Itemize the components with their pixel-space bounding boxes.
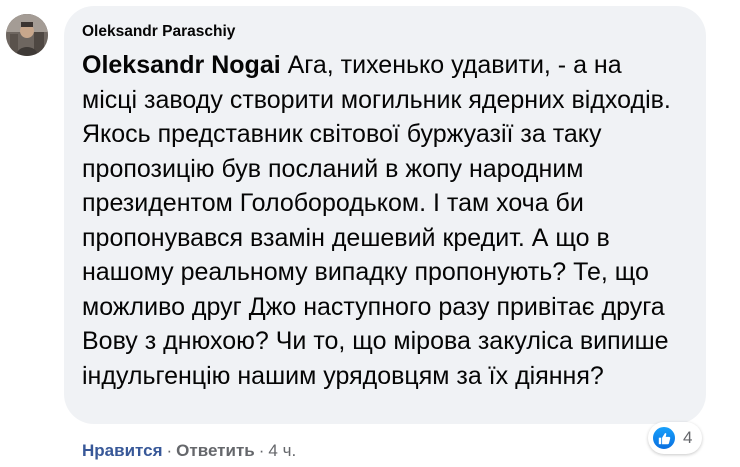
comment: Oleksandr Paraschiy Oleksandr Nogai Ага,…	[0, 0, 740, 467]
comment-timestamp[interactable]: 4 ч.	[268, 441, 296, 460]
comment-bubble: Oleksandr Paraschiy Oleksandr Nogai Ага,…	[64, 6, 706, 424]
like-button[interactable]: Нравится	[82, 441, 163, 460]
comment-body: Oleksandr Nogai Ага, тихенько удавити, -…	[82, 48, 678, 393]
mentioned-user-link[interactable]: Oleksandr Nogai	[82, 51, 281, 79]
separator: ·	[258, 441, 265, 460]
comment-text: Ага, тихенько удавити, - а на місці заво…	[82, 51, 671, 390]
comment-author[interactable]: Oleksandr Paraschiy	[82, 22, 678, 42]
avatar-photo	[6, 14, 48, 56]
reply-button[interactable]: Ответить	[176, 441, 255, 460]
reaction-count: 4	[683, 428, 693, 447]
avatar[interactable]	[6, 14, 48, 56]
like-icon	[651, 425, 677, 451]
comment-actions: Нравится · Ответить · 4 ч.	[82, 439, 296, 463]
separator: ·	[166, 441, 173, 460]
reactions-summary[interactable]: 4	[648, 422, 703, 454]
